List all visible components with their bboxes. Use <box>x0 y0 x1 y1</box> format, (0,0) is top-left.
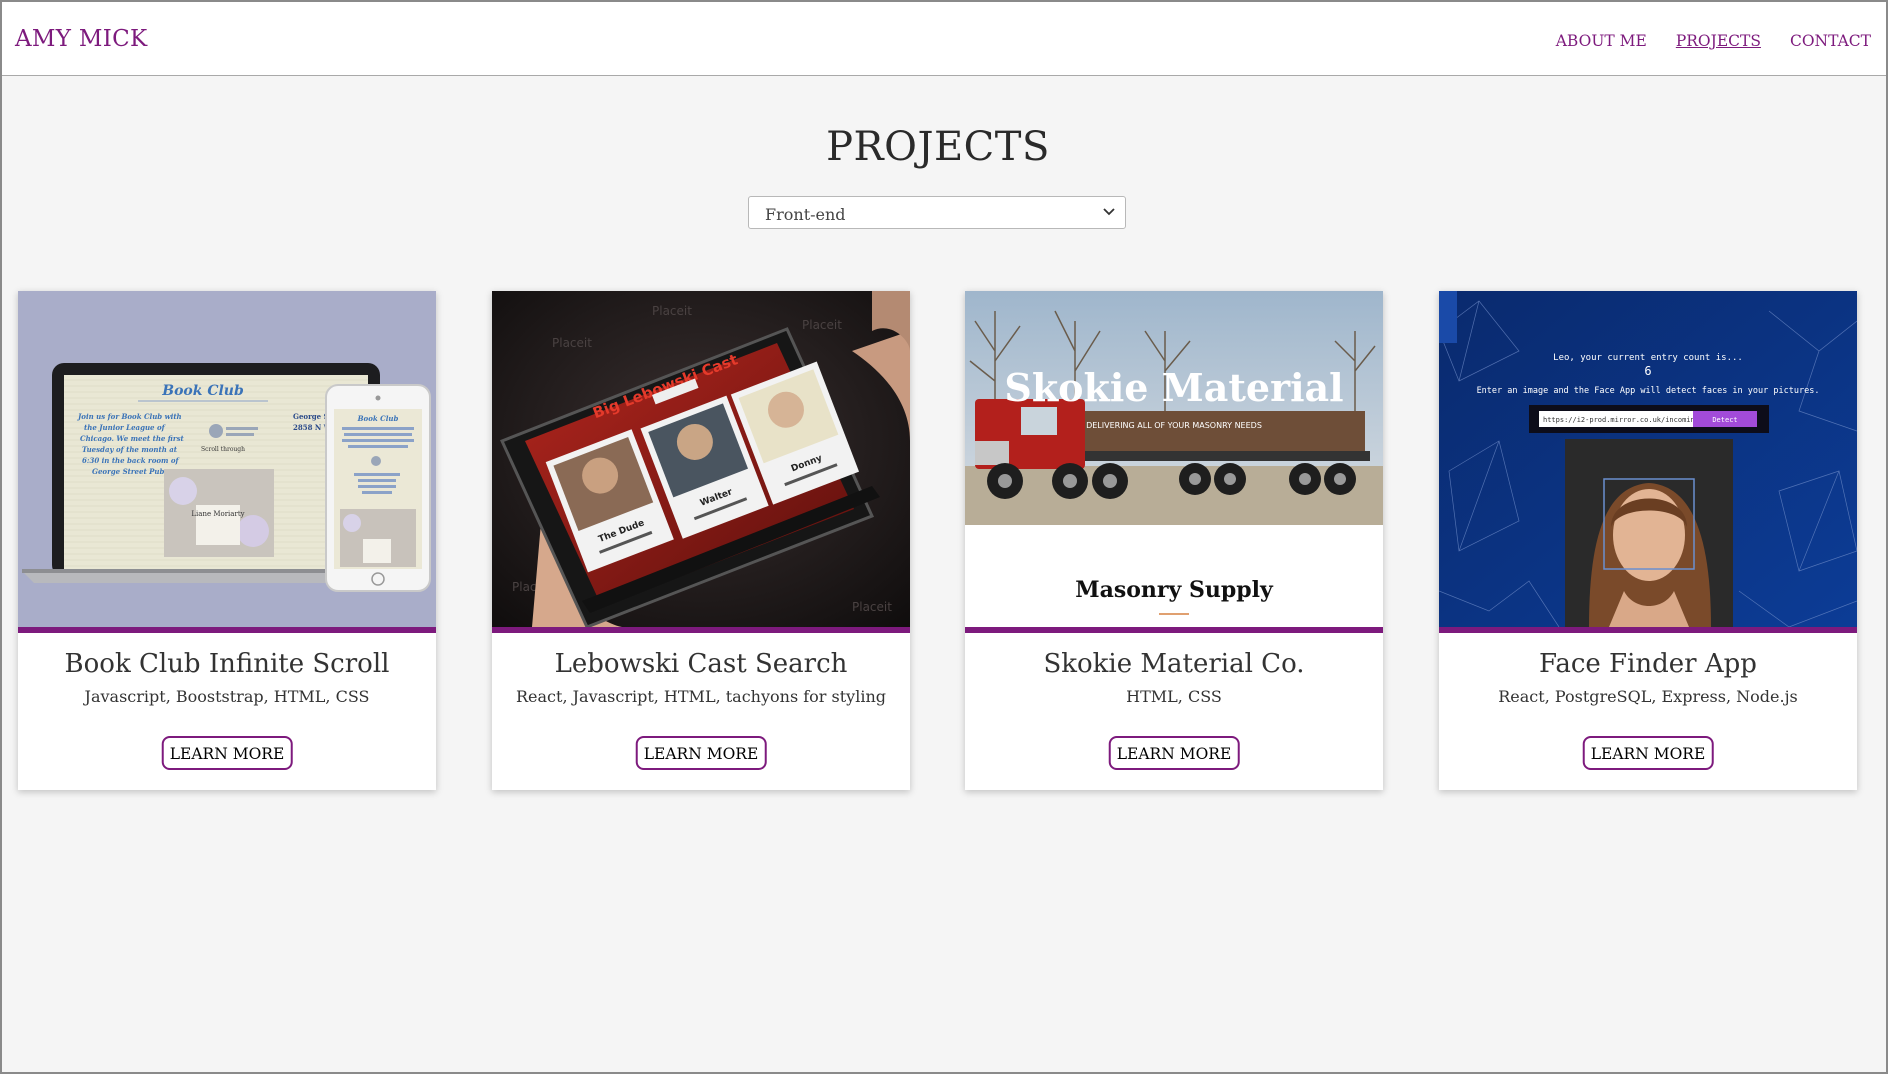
navbar: AMY MICK ABOUT ME PROJECTS CONTACT <box>2 2 1886 76</box>
svg-text:Placeit: Placeit <box>652 304 692 318</box>
svg-text:Book Club: Book Club <box>357 414 399 423</box>
nav-contact[interactable]: CONTACT <box>1790 32 1871 50</box>
svg-text:Placeit: Placeit <box>552 336 592 350</box>
svg-text:https://i2-prod.mirror.co.uk/i: https://i2-prod.mirror.co.uk/incomin <box>1543 416 1695 424</box>
project-tech: React, PostgreSQL, Express, Node.js <box>1498 687 1798 706</box>
svg-text:Masonry Supply: Masonry Supply <box>1075 577 1274 603</box>
learn-more-button[interactable]: LEARN MORE <box>161 736 293 770</box>
nav-links: ABOUT ME PROJECTS CONTACT <box>1542 32 1886 50</box>
svg-text:DELIVERING ALL OF YOUR MASONRY: DELIVERING ALL OF YOUR MASONRY NEEDS <box>1086 421 1262 430</box>
svg-text:George Street Pub.: George Street Pub. <box>92 467 167 476</box>
learn-more-button[interactable]: LEARN MORE <box>635 736 767 770</box>
project-image-face-finder: Leo, your current entry count is... 6 En… <box>1439 291 1857 633</box>
project-filter-select[interactable]: Front-end <box>748 196 1126 229</box>
project-title: Lebowski Cast Search <box>554 649 848 679</box>
project-card-skokie: Skokie Material DELIVERING ALL OF YOUR M… <box>965 291 1383 790</box>
nav-about-me[interactable]: ABOUT ME <box>1556 32 1647 50</box>
svg-text:6: 6 <box>1644 364 1651 378</box>
svg-text:Leo, your current entry count: Leo, your current entry count is... <box>1553 353 1743 363</box>
svg-text:6:30 in the back room of: 6:30 in the back room of <box>82 456 181 465</box>
project-title: Book Club Infinite Scroll <box>64 649 390 679</box>
learn-more-button[interactable]: LEARN MORE <box>1582 736 1714 770</box>
svg-text:Scroll through: Scroll through <box>201 446 245 453</box>
project-image-lebowski: Placeit Placeit Placeit Placeit Placeit … <box>492 291 910 633</box>
svg-text:Placeit: Placeit <box>852 600 892 614</box>
project-tech: HTML, CSS <box>1126 687 1222 706</box>
svg-text:Join us for Book Club with: Join us for Book Club with <box>76 412 182 421</box>
svg-text:Chicago. We meet the first: Chicago. We meet the first <box>80 434 185 443</box>
svg-text:Placeit: Placeit <box>802 318 842 332</box>
page-title: PROJECTS <box>826 123 1050 170</box>
project-image-skokie: Skokie Material DELIVERING ALL OF YOUR M… <box>965 291 1383 633</box>
svg-text:George S: George S <box>293 412 329 421</box>
chevron-down-icon <box>1103 208 1115 216</box>
project-title: Face Finder App <box>1539 649 1757 679</box>
svg-text:Book Club: Book Club <box>161 383 244 399</box>
project-card-book-club: Book Club Join us for Book Club with the… <box>18 291 436 790</box>
svg-text:Liane Moriarty: Liane Moriarty <box>191 510 244 518</box>
brand-logo[interactable]: AMY MICK <box>15 26 147 52</box>
project-image-book-club: Book Club Join us for Book Club with the… <box>18 291 436 633</box>
filter-selected-value: Front-end <box>765 205 846 224</box>
svg-text:Enter an image and the Face Ap: Enter an image and the Face App will det… <box>1477 386 1820 396</box>
project-card-lebowski: Placeit Placeit Placeit Placeit Placeit … <box>492 291 910 790</box>
project-tech: Javascript, Booststrap, HTML, CSS <box>84 687 370 706</box>
project-tech: React, Javascript, HTML, tachyons for st… <box>516 687 886 706</box>
nav-projects[interactable]: PROJECTS <box>1676 32 1761 50</box>
project-title: Skokie Material Co. <box>1043 649 1305 679</box>
project-card-face-finder: Leo, your current entry count is... 6 En… <box>1439 291 1857 790</box>
svg-text:Detect: Detect <box>1712 416 1737 424</box>
learn-more-button[interactable]: LEARN MORE <box>1108 736 1240 770</box>
svg-text:Tuesday of the month at: Tuesday of the month at <box>82 445 178 454</box>
svg-text:the Junior League of: the Junior League of <box>84 423 167 432</box>
svg-text:Skokie Material: Skokie Material <box>1004 365 1343 410</box>
